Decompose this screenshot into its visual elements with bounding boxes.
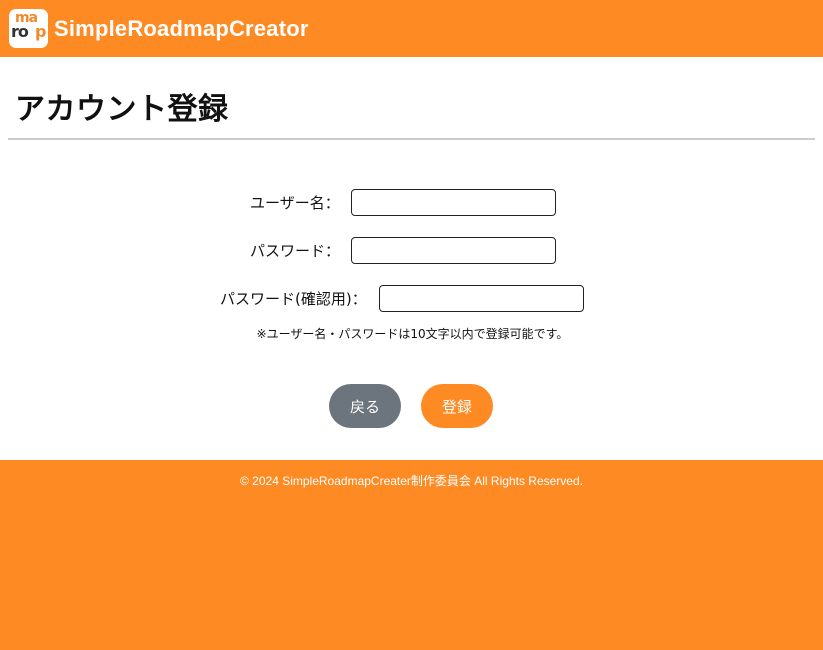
app-header: ma ro p SimpleRoadmapCreator — [0, 0, 823, 57]
username-input[interactable] — [350, 189, 556, 216]
password-label: パスワード： — [250, 242, 341, 260]
password-input[interactable] — [351, 237, 557, 264]
logo-text-accent: p — [35, 22, 47, 41]
password-confirm-label: パスワード(確認用)： — [220, 290, 367, 308]
copyright-text: © 2024 SimpleRoadmapCreater制作委員会 All Rig… — [240, 474, 583, 488]
logo-text-bottom: ro — [11, 22, 29, 41]
app-title[interactable]: SimpleRoadmapCreator — [54, 16, 309, 42]
app-footer: © 2024 SimpleRoadmapCreater制作委員会 All Rig… — [0, 460, 823, 650]
form-note: ※ユーザー名・パスワードは10文字以内で登録可能です。 — [256, 327, 569, 341]
page: ma ro p SimpleRoadmapCreator アカウント登録 ユーザ… — [0, 0, 823, 650]
password-row: パスワード： — [250, 237, 557, 264]
main-content: アカウント登録 ユーザー名： パスワード： パスワード(確認用)： ※ユーザー名… — [0, 57, 823, 460]
username-label: ユーザー名： — [250, 194, 340, 212]
password-confirm-row: パスワード(確認用)： — [220, 285, 584, 312]
app-logo[interactable]: ma ro p — [9, 9, 48, 48]
username-row: ユーザー名： — [250, 189, 556, 216]
title-divider — [8, 138, 815, 140]
password-confirm-input[interactable] — [378, 285, 584, 312]
back-button[interactable]: 戻る — [329, 384, 401, 428]
register-button[interactable]: 登録 — [421, 384, 493, 428]
page-title: アカウント登録 — [15, 92, 229, 127]
